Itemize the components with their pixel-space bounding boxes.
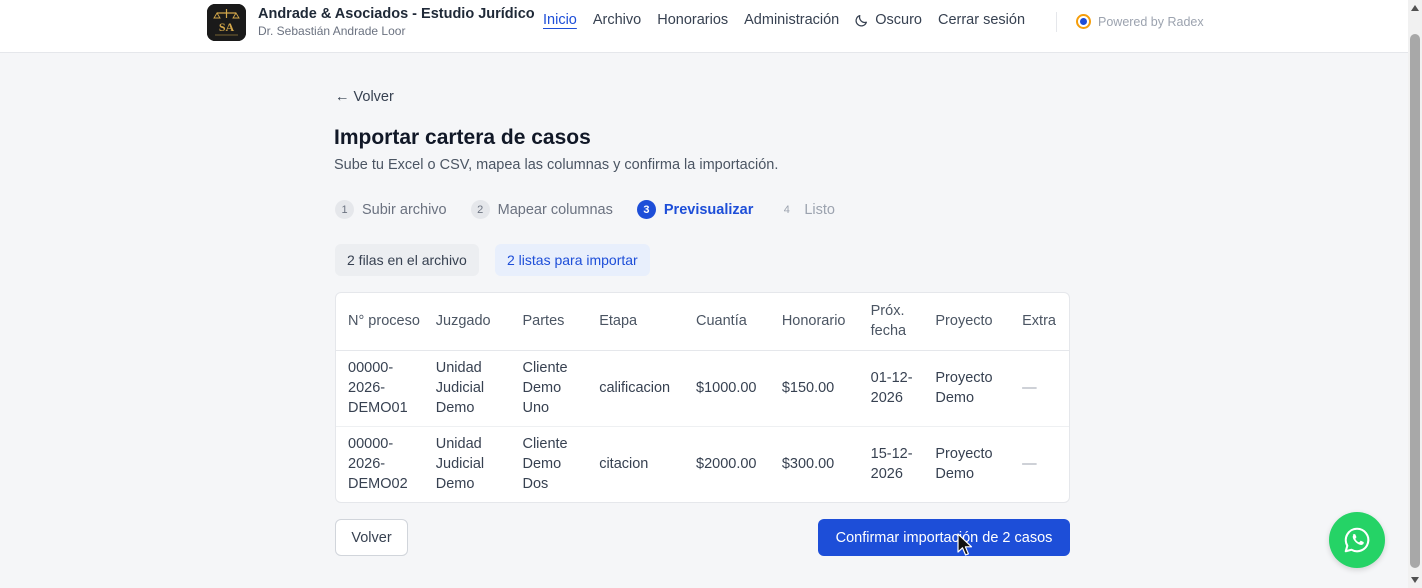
step-number: 2 xyxy=(470,200,490,219)
cell-process-number: 00000-2026-DEMO01 xyxy=(336,350,424,427)
cell-parties: Cliente Demo Uno xyxy=(510,350,588,427)
step-preview: 3 Previsualizar xyxy=(636,200,754,219)
nav-archivo[interactable]: Archivo xyxy=(593,12,641,28)
rows-ready-badge: 2 listas para importar xyxy=(495,244,650,276)
step-label: Listo xyxy=(804,201,835,218)
scroll-down-arrow-icon[interactable] xyxy=(1411,577,1419,583)
moon-icon xyxy=(855,15,868,27)
cell-amount: $2000.00 xyxy=(696,456,757,473)
back-button[interactable]: Volver xyxy=(335,519,408,556)
svg-text:SA: SA xyxy=(219,20,235,34)
brand-title: Andrade & Asociados - Estudio Jurídico xyxy=(258,6,535,22)
page-scrollbar[interactable] xyxy=(1408,0,1422,588)
table-header-row: N° proceso Juzgado Partes Etapa Cuantía … xyxy=(336,293,1069,351)
dark-mode-toggle[interactable]: Oscuro xyxy=(855,12,922,28)
column-header: Cuantía xyxy=(684,293,770,351)
page-title: Importar cartera de casos xyxy=(334,126,591,149)
cell-stage: citacion xyxy=(599,456,649,473)
cell-fee: $300.00 xyxy=(781,456,835,473)
cell-extra: — xyxy=(1022,456,1037,473)
page-subtitle: Sube tu Excel o CSV, mapea las columnas … xyxy=(334,157,779,173)
top-header: SA Andrade & Asociados - Estudio Jurídic… xyxy=(0,0,1408,53)
step-number: 4 xyxy=(783,203,790,216)
cell-fee: $150.00 xyxy=(769,350,859,427)
column-header: N° proceso xyxy=(336,293,424,351)
table-row: 00000-2026-DEMO02 Unidad Judicial Demo C… xyxy=(336,426,1069,502)
step-done: 4 Listo xyxy=(777,200,835,219)
table-row: 00000-2026-DEMO01 Unidad Judicial Demo C… xyxy=(336,350,1069,427)
powered-by-label: Powered by Radex xyxy=(1098,14,1204,29)
brand-logo[interactable]: SA xyxy=(207,4,246,41)
cell-project: Proyecto Demo xyxy=(923,350,1011,427)
back-link[interactable]: ← Volver xyxy=(335,89,394,105)
column-header: Proyecto xyxy=(923,293,1011,351)
nav-honorarios[interactable]: Honorarios xyxy=(657,12,728,28)
cell-court: Unidad Judicial Demo xyxy=(435,436,485,493)
step-upload: 1 Subir archivo xyxy=(335,200,447,219)
brand-subtitle: Dr. Sebastián Andrade Loor xyxy=(258,24,406,38)
powered-by[interactable]: Powered by Radex xyxy=(1076,14,1204,29)
confirm-import-button[interactable]: Confirmar importación de 2 casos xyxy=(818,519,1070,556)
step-label: Previsualizar xyxy=(663,201,754,218)
cell-court: Unidad Judicial Demo xyxy=(423,350,511,427)
column-header: Etapa xyxy=(587,293,684,351)
column-header: Próx. fecha xyxy=(858,293,924,351)
column-header: Extra xyxy=(1010,293,1069,351)
nav-administracion[interactable]: Administración xyxy=(744,12,839,28)
cell-parties: Cliente Demo Dos xyxy=(522,436,568,493)
whatsapp-icon xyxy=(1344,527,1370,553)
main-nav: Inicio Archivo Honorarios Administración… xyxy=(543,12,1041,28)
rows-in-file-badge: 2 filas en el archivo xyxy=(335,244,479,276)
dark-mode-label: Oscuro xyxy=(875,12,922,28)
column-header: Honorario xyxy=(769,293,859,351)
radex-icon xyxy=(1076,14,1091,29)
preview-table: N° proceso Juzgado Partes Etapa Cuantía … xyxy=(335,292,1070,503)
cell-extra: — xyxy=(1010,350,1069,427)
cell-process-number: 00000-2026-DEMO02 xyxy=(348,436,408,493)
cell-project: Proyecto Demo xyxy=(935,446,993,483)
import-stepper: 1 Subir archivo 2 Mapear columnas 3 Prev… xyxy=(335,200,859,219)
mouse-cursor-icon xyxy=(957,533,973,556)
logout-link[interactable]: Cerrar sesión xyxy=(938,12,1025,28)
step-label: Subir archivo xyxy=(362,201,447,218)
brand-block: Andrade & Asociados - Estudio Jurídico D… xyxy=(258,6,535,38)
step-number: 3 xyxy=(636,200,656,219)
step-number: 1 xyxy=(335,200,354,219)
whatsapp-button[interactable] xyxy=(1329,512,1385,568)
scroll-up-arrow-icon[interactable] xyxy=(1411,5,1419,11)
header-divider xyxy=(1056,12,1057,32)
scales-logo-icon: SA xyxy=(207,4,246,41)
cell-next-date: 15-12-2026 xyxy=(870,446,913,483)
cell-stage: calificacion xyxy=(587,350,684,427)
step-label: Mapear columnas xyxy=(497,201,613,218)
cell-amount: $1000.00 xyxy=(684,350,770,427)
step-map-columns: 2 Mapear columnas xyxy=(470,200,613,219)
column-header: Partes xyxy=(510,293,588,351)
scroll-thumb[interactable] xyxy=(1410,34,1420,568)
cell-next-date: 01-12-2026 xyxy=(858,350,924,427)
column-header: Juzgado xyxy=(423,293,511,351)
nav-inicio[interactable]: Inicio xyxy=(543,12,577,28)
